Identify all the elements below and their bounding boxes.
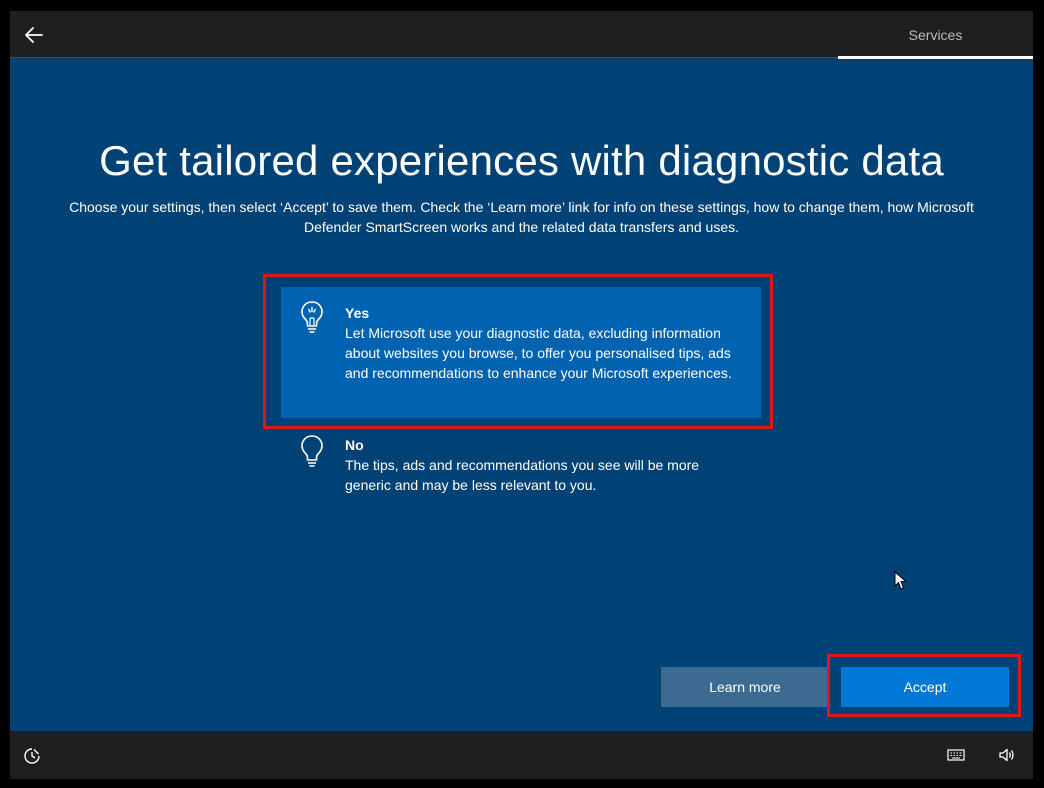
option-yes-text: Yes Let Microsoft use your diagnostic da… <box>345 303 745 383</box>
bottom-bar <box>10 731 1033 779</box>
lightbulb-icon <box>301 435 323 467</box>
option-no-text: No The tips, ads and recommendations you… <box>345 435 745 495</box>
accept-button[interactable]: Accept <box>841 667 1009 707</box>
option-no-label: No <box>345 437 364 453</box>
option-yes[interactable]: Yes Let Microsoft use your diagnostic da… <box>281 287 761 418</box>
mouse-cursor-icon <box>894 571 908 590</box>
ease-of-access-icon[interactable] <box>23 747 41 765</box>
top-bar: Services <box>10 11 1033 59</box>
oobe-window: Services Get tailored experiences with d… <box>10 11 1033 779</box>
option-no[interactable]: No The tips, ads and recommendations you… <box>281 429 761 519</box>
learn-more-button[interactable]: Learn more <box>661 667 829 707</box>
lightbulb-lit-icon <box>301 301 323 333</box>
keyboard-icon[interactable] <box>947 748 965 762</box>
top-bar-divider <box>10 57 838 58</box>
page-subtitle: Choose your settings, then select ‘Accep… <box>69 199 974 235</box>
back-arrow-icon[interactable] <box>22 23 46 47</box>
volume-icon[interactable] <box>998 746 1016 764</box>
page-title: Get tailored experiences with diagnostic… <box>99 137 944 184</box>
option-yes-label: Yes <box>345 305 370 321</box>
section-indicator <box>838 56 1033 59</box>
option-no-description: The tips, ads and recommendations you se… <box>345 457 700 493</box>
section-label: Services <box>908 27 963 43</box>
option-yes-description: Let Microsoft use your diagnostic data, … <box>345 325 732 381</box>
